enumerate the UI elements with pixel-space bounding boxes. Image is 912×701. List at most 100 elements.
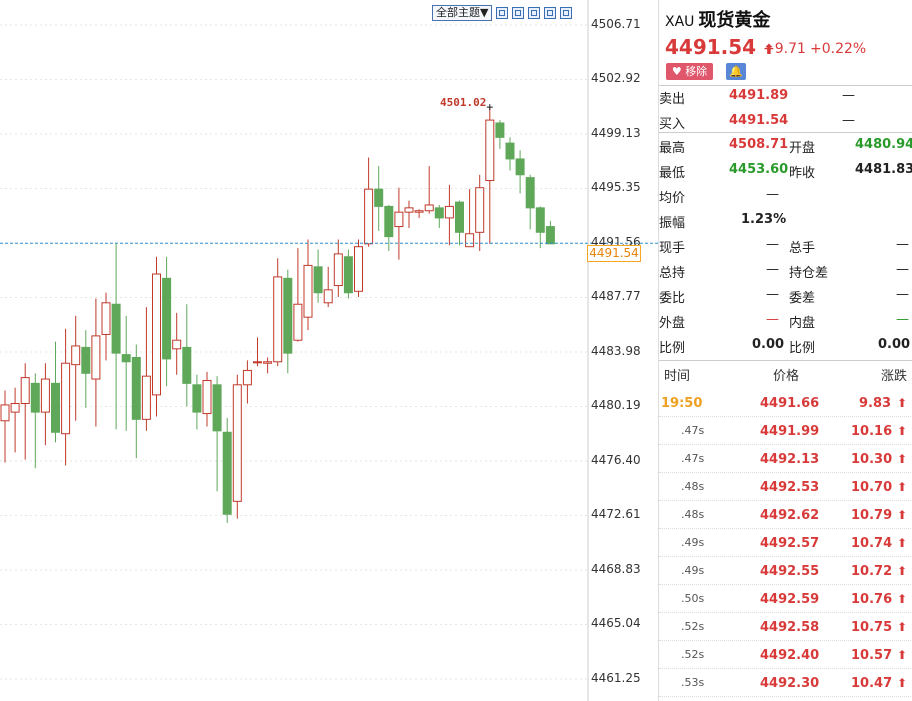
candle bbox=[444, 184, 454, 246]
up-arrow-icon: ⬆ bbox=[897, 480, 908, 494]
candle bbox=[40, 363, 50, 446]
candle bbox=[404, 200, 414, 228]
tick-price: 4492.62 bbox=[760, 508, 820, 523]
heart-icon: ♥ bbox=[671, 65, 682, 78]
total-hold-value: — bbox=[766, 262, 779, 277]
candle bbox=[162, 256, 172, 387]
cur-hand-label: 现手 bbox=[659, 241, 686, 256]
up-arrow-icon: ⬆ bbox=[897, 396, 908, 410]
tick-change: 10.74 bbox=[851, 536, 893, 551]
tick-row: .50s 4492.59 10.76 ⬆ bbox=[659, 585, 912, 613]
last-price-value: 4491.54 bbox=[665, 35, 757, 59]
tick-price: 4491.66 bbox=[760, 396, 820, 411]
candle bbox=[455, 200, 464, 246]
kline-icon[interactable] bbox=[512, 7, 525, 19]
last-price: 4491.54 ⬆ bbox=[665, 35, 775, 59]
candle bbox=[51, 341, 60, 443]
tick-row: .49s 4492.55 10.72 ⬆ bbox=[659, 557, 912, 585]
wei-bi-value: — bbox=[766, 287, 779, 302]
avg-label: 均价 bbox=[659, 191, 686, 206]
candle bbox=[303, 239, 313, 331]
kline-chart[interactable]: 全部主题▼ 4501.02 4506.71 4502.92 4499.13 4495.… bbox=[0, 0, 658, 701]
total-hand-label: 总手 bbox=[789, 241, 816, 256]
y-tick-label: 4472.61 bbox=[591, 507, 641, 521]
candle bbox=[192, 374, 202, 430]
candle bbox=[394, 187, 404, 260]
zoom-in-icon[interactable] bbox=[496, 7, 509, 19]
tick-price: 4492.53 bbox=[760, 480, 820, 495]
candle bbox=[121, 315, 131, 431]
divider bbox=[659, 360, 912, 361]
max-price-label: 4501.02 bbox=[440, 96, 487, 109]
kline-canvas[interactable] bbox=[0, 0, 658, 701]
tick-change: 10.70 bbox=[851, 480, 893, 495]
total-hold-label: 总持 bbox=[659, 266, 686, 281]
candle bbox=[495, 120, 505, 149]
candle bbox=[182, 304, 192, 407]
low-label: 最低 bbox=[659, 166, 686, 181]
candle bbox=[242, 360, 252, 404]
total-hand-value: — bbox=[896, 237, 909, 252]
restore-icon[interactable] bbox=[560, 7, 573, 19]
wei-bi-label: 委比 bbox=[659, 291, 686, 306]
sell-value: 4491.89 bbox=[729, 88, 789, 103]
tick-header-change: 涨跌 bbox=[881, 369, 908, 384]
quote-panel: XAU 现货黄金 4491.54 ⬆ +9.71 +0.22% ♥ 移除 🔔 卖出… bbox=[658, 0, 912, 701]
candle bbox=[273, 258, 283, 367]
hold-diff-value: — bbox=[896, 262, 909, 277]
tick-time: .52s bbox=[681, 648, 705, 661]
tick-change: 9.83 bbox=[859, 396, 892, 411]
candle bbox=[364, 157, 374, 247]
quote-row-ratio: 比例 0.00 比例 0.00 bbox=[659, 333, 912, 358]
candle bbox=[152, 256, 161, 417]
tick-price: 4492.55 bbox=[760, 564, 820, 579]
low-value: 4453.60 bbox=[729, 162, 789, 177]
grid-icon[interactable] bbox=[528, 7, 541, 19]
high-label: 最高 bbox=[659, 141, 686, 156]
price-change: +9.71 bbox=[763, 41, 806, 57]
y-tick-label: 4480.19 bbox=[591, 398, 641, 412]
tick-header-time: 时间 bbox=[664, 369, 691, 384]
max-marker bbox=[486, 104, 493, 111]
quote-row-hands: 现手 — 总手 — bbox=[659, 233, 912, 258]
tick-row: .52s 4492.58 10.75 ⬆ bbox=[659, 613, 912, 641]
y-tick-label: 4499.13 bbox=[591, 126, 641, 140]
tick-price: 4491.99 bbox=[760, 424, 820, 439]
candle bbox=[30, 373, 40, 469]
candle bbox=[465, 189, 475, 248]
tick-time: .49s bbox=[681, 564, 705, 577]
outer-value: — bbox=[766, 312, 779, 327]
candle bbox=[525, 174, 535, 230]
y-tick-label: 4495.35 bbox=[591, 180, 641, 194]
tick-row: .47s 4491.99 10.16 ⬆ bbox=[659, 417, 912, 445]
candle bbox=[313, 249, 323, 303]
instrument-name: 现货黄金 bbox=[698, 10, 771, 31]
quote-row-high-open: 最高 4508.71 开盘 4480.94 bbox=[659, 133, 912, 158]
theme-dropdown[interactable]: 全部主题▼ bbox=[432, 5, 493, 21]
y-tick-label: 4468.83 bbox=[591, 562, 641, 576]
fullscreen-icon[interactable] bbox=[544, 7, 557, 19]
buy-value: 4491.54 bbox=[729, 113, 789, 128]
cur-hand-value: — bbox=[766, 237, 779, 252]
tick-change: 10.30 bbox=[851, 452, 893, 467]
outer-label: 外盘 bbox=[659, 316, 686, 331]
candle bbox=[515, 150, 525, 194]
candle bbox=[354, 239, 363, 298]
remove-watchlist-button[interactable]: ♥ 移除 bbox=[666, 63, 713, 80]
tick-price: 4492.59 bbox=[760, 592, 820, 607]
quote-row-low-prev: 最低 4453.60 昨收 4481.83 bbox=[659, 158, 912, 183]
high-value: 4508.71 bbox=[729, 137, 789, 152]
candle bbox=[343, 249, 353, 299]
tick-time: .53s bbox=[681, 676, 705, 689]
candle bbox=[111, 243, 121, 430]
tick-time: .50s bbox=[681, 592, 705, 605]
tick-time: .47s bbox=[681, 452, 705, 465]
quote-row-sell: 卖出 4491.89 — bbox=[659, 84, 912, 109]
instrument-code: XAU bbox=[665, 14, 695, 30]
tick-row: .52s 4492.40 10.57 ⬆ bbox=[659, 641, 912, 669]
avg-value: — bbox=[766, 187, 779, 202]
alert-bell-button[interactable]: 🔔 bbox=[726, 63, 746, 80]
bell-icon: 🔔 bbox=[729, 65, 743, 78]
candle bbox=[91, 298, 101, 427]
sell-extra: — bbox=[842, 88, 855, 103]
